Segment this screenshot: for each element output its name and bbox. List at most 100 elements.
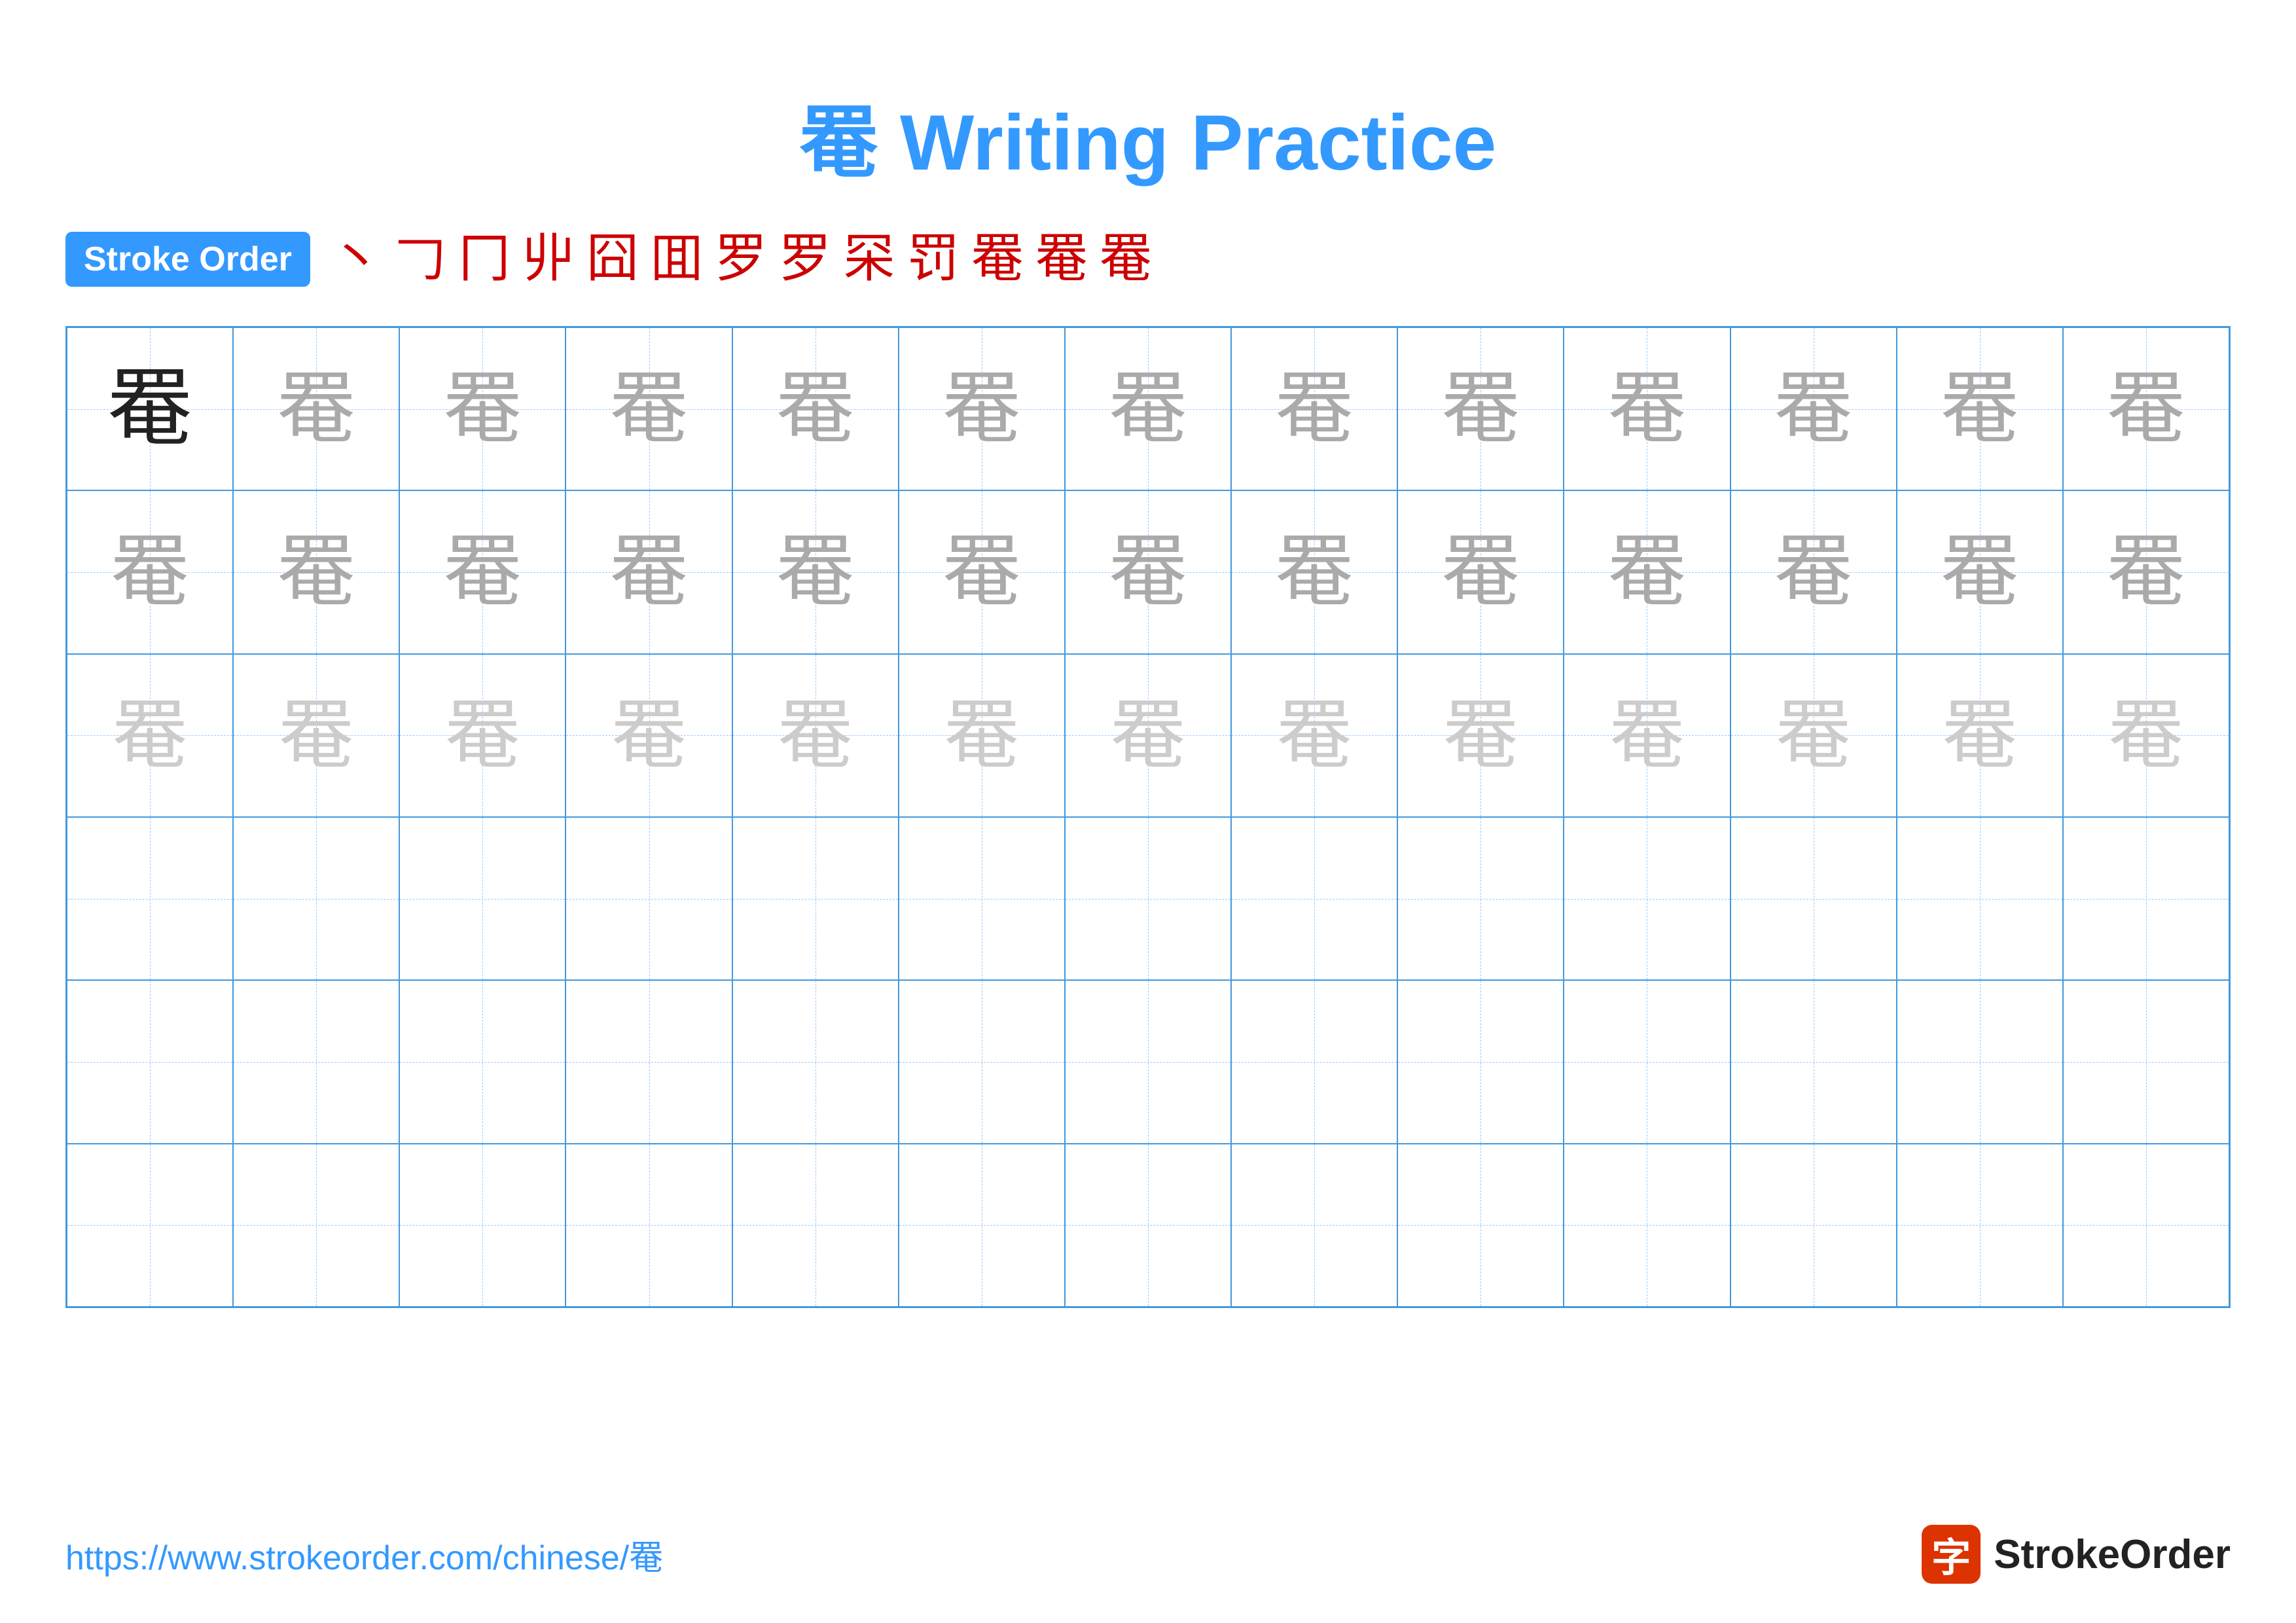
stroke-1: 丶 <box>330 233 382 285</box>
cell-character: 罨 <box>113 698 188 773</box>
grid-cell[interactable] <box>1731 817 1897 980</box>
grid-cell[interactable]: 罨 <box>732 654 899 817</box>
cell-character: 罨 <box>443 533 522 611</box>
cell-character: 罨 <box>111 533 189 611</box>
grid-cell[interactable]: 罨 <box>399 654 565 817</box>
cell-character: 罨 <box>1441 370 1520 448</box>
grid-cell[interactable]: 罨 <box>1231 654 1397 817</box>
grid-cell[interactable] <box>1231 817 1397 980</box>
grid-cell[interactable] <box>399 817 565 980</box>
grid-cell[interactable] <box>1897 817 2063 980</box>
grid-cell[interactable]: 罨 <box>1231 327 1397 490</box>
grid-cell[interactable]: 罨 <box>899 654 1065 817</box>
grid-cell[interactable]: 罨 <box>67 654 233 817</box>
cell-character: 罨 <box>776 370 855 448</box>
grid-cell[interactable]: 罨 <box>1231 490 1397 653</box>
grid-cell[interactable]: 罨 <box>565 654 732 817</box>
cell-character: 罨 <box>277 370 355 448</box>
grid-cell[interactable] <box>1231 980 1397 1143</box>
cell-character: 罨 <box>1776 698 1851 773</box>
grid-cell[interactable]: 罨 <box>1731 327 1897 490</box>
grid-cell[interactable]: 罨 <box>1397 327 1564 490</box>
grid-cell[interactable]: 罨 <box>899 490 1065 653</box>
cell-character: 罨 <box>1607 370 1686 448</box>
grid-cell[interactable]: 罨 <box>1397 654 1564 817</box>
grid-cell[interactable] <box>67 817 233 980</box>
grid-cell[interactable]: 罨 <box>1731 490 1897 653</box>
grid-cell[interactable]: 罨 <box>67 490 233 653</box>
grid-cell[interactable]: 罨 <box>67 327 233 490</box>
grid-cell[interactable] <box>2063 1144 2229 1307</box>
grid-cell[interactable] <box>2063 980 2229 1143</box>
grid-cell[interactable] <box>565 817 732 980</box>
stroke-4: 丱 <box>522 233 575 285</box>
grid-cell[interactable] <box>1564 1144 1730 1307</box>
grid-cell[interactable]: 罨 <box>1065 327 1231 490</box>
grid-cell[interactable]: 罨 <box>1564 327 1730 490</box>
grid-cell[interactable] <box>233 980 399 1143</box>
grid-cell[interactable] <box>1231 1144 1397 1307</box>
grid-cell[interactable]: 罨 <box>399 327 565 490</box>
grid-cell[interactable]: 罨 <box>1564 490 1730 653</box>
grid-cell[interactable] <box>233 1144 399 1307</box>
grid-cell[interactable]: 罨 <box>732 490 899 653</box>
grid-cell[interactable] <box>732 1144 899 1307</box>
grid-cell[interactable]: 罨 <box>233 654 399 817</box>
grid-cell[interactable] <box>1065 980 1231 1143</box>
grid-cell[interactable]: 罨 <box>2063 490 2229 653</box>
cell-character: 罨 <box>1942 698 2017 773</box>
grid-cell[interactable]: 罨 <box>1065 654 1231 817</box>
grid-cell[interactable] <box>399 980 565 1143</box>
grid-cell[interactable] <box>1065 1144 1231 1307</box>
grid-cell[interactable] <box>732 817 899 980</box>
grid-cell[interactable] <box>399 1144 565 1307</box>
grid-cell[interactable] <box>565 980 732 1143</box>
grid-cell[interactable]: 罨 <box>2063 327 2229 490</box>
grid-cell[interactable]: 罨 <box>899 327 1065 490</box>
grid-cell[interactable]: 罨 <box>233 327 399 490</box>
grid-cell[interactable]: 罨 <box>1731 654 1897 817</box>
grid-cell[interactable] <box>67 1144 233 1307</box>
grid-cell[interactable]: 罨 <box>1065 490 1231 653</box>
grid-cell[interactable]: 罨 <box>2063 654 2229 817</box>
grid-cell[interactable] <box>67 980 233 1143</box>
cell-character: 罨 <box>1443 698 1518 773</box>
grid-cell[interactable] <box>1397 817 1564 980</box>
grid-cell[interactable]: 罨 <box>732 327 899 490</box>
stroke-6: 囬 <box>651 233 703 285</box>
grid-cell[interactable] <box>1564 817 1730 980</box>
cell-character: 罨 <box>1607 533 1686 611</box>
grid-cell[interactable] <box>899 980 1065 1143</box>
grid-cell[interactable] <box>2063 817 2229 980</box>
grid-cell[interactable] <box>899 817 1065 980</box>
grid-cell[interactable] <box>1065 817 1231 980</box>
grid-cell[interactable] <box>1731 1144 1897 1307</box>
stroke-order-row: Stroke Order 丶 𠃌 冂 丱 囧 囬 罗 罗 罙 罚 罨 罨 罨 <box>65 232 2231 287</box>
grid-cell[interactable] <box>565 1144 732 1307</box>
grid-cell[interactable] <box>1731 980 1897 1143</box>
grid-cell[interactable]: 罨 <box>1897 327 2063 490</box>
grid-cell[interactable]: 罨 <box>1564 654 1730 817</box>
grid-cell[interactable]: 罨 <box>1397 490 1564 653</box>
grid-cell[interactable] <box>1897 980 2063 1143</box>
grid-cell[interactable] <box>732 980 899 1143</box>
grid-cell[interactable]: 罨 <box>565 490 732 653</box>
grid-cell[interactable] <box>1897 1144 2063 1307</box>
cell-character: 罨 <box>610 370 689 448</box>
cell-character: 罨 <box>445 698 520 773</box>
stroke-9: 罙 <box>843 233 895 285</box>
grid-cell[interactable]: 罨 <box>233 490 399 653</box>
footer: https://www.strokeorder.com/chinese/罨 字 … <box>65 1525 2231 1584</box>
grid-cell[interactable]: 罨 <box>565 327 732 490</box>
grid-cell[interactable] <box>233 817 399 980</box>
grid-cell[interactable]: 罨 <box>399 490 565 653</box>
grid-cell[interactable] <box>1397 980 1564 1143</box>
footer-logo: 字 StrokeOrder <box>1922 1525 2231 1584</box>
cell-character: 罨 <box>2108 698 2183 773</box>
grid-cell[interactable] <box>1397 1144 1564 1307</box>
grid-cell[interactable]: 罨 <box>1897 490 2063 653</box>
cell-character: 罨 <box>776 533 855 611</box>
grid-cell[interactable] <box>899 1144 1065 1307</box>
grid-cell[interactable] <box>1564 980 1730 1143</box>
grid-cell[interactable]: 罨 <box>1897 654 2063 817</box>
